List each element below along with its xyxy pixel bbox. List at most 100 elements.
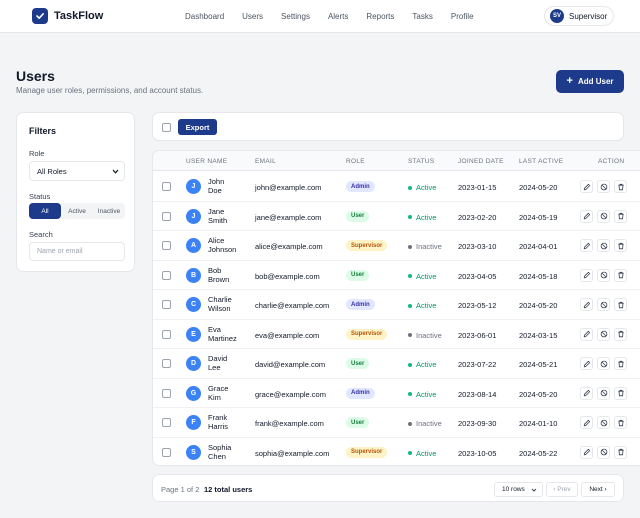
trash-icon[interactable] (614, 416, 627, 429)
trash-icon[interactable] (614, 209, 627, 223)
user-name-cell[interactable]: Grace Kim (208, 384, 248, 402)
trash-icon[interactable] (614, 180, 627, 193)
table-toolbar: Export (152, 112, 624, 141)
trash-icon[interactable] (614, 298, 627, 311)
ban-icon[interactable] (597, 209, 610, 223)
ban-icon[interactable] (597, 239, 610, 252)
pencil-icon[interactable] (580, 268, 593, 282)
table-row[interactable]: E Eva Martinez eva@example.com Supervisor Ina… (153, 320, 640, 349)
trash-icon[interactable] (614, 386, 627, 400)
row-checkbox[interactable] (162, 447, 171, 457)
row-checkbox[interactable] (162, 300, 171, 309)
pencil-icon[interactable] (580, 180, 593, 193)
table-row[interactable]: B Bob Brown bob@example.com User Active 2023-0… (153, 261, 640, 290)
user-name-cell[interactable]: Sophia Chen (208, 443, 248, 461)
status-dot (408, 244, 412, 249)
trash-icon[interactable] (614, 445, 627, 459)
nav-item-dashboard[interactable]: Dashboard (185, 12, 224, 21)
table-row[interactable]: D David Lee david@example.com User Active 2023… (153, 349, 640, 379)
row-checkbox[interactable] (162, 388, 171, 398)
row-checkbox[interactable] (162, 241, 171, 250)
column-header-email[interactable]: EMAIL (255, 158, 276, 165)
column-header-user-name[interactable]: USER NAME (186, 158, 227, 165)
column-header-role[interactable]: ROLE (346, 158, 365, 165)
ban-icon[interactable] (597, 386, 610, 400)
last-active-cell: 2024-05-20 (519, 183, 558, 192)
nav-item-users[interactable]: Users (242, 12, 263, 21)
table-row[interactable]: A Alice Johnson alice@example.com Supervisor… (153, 231, 640, 261)
ban-icon[interactable] (597, 445, 610, 459)
table-row[interactable]: C Charlie Wilson charlie@example.com Admin Ac… (153, 290, 640, 320)
row-checkbox[interactable] (162, 270, 171, 280)
search-label: Search (29, 230, 53, 239)
rows-per-page-select[interactable]: 10 rows (494, 482, 543, 497)
nav-item-settings[interactable]: Settings (281, 12, 310, 21)
ban-icon[interactable] (597, 180, 610, 193)
next-page-button[interactable]: Next › (581, 482, 615, 497)
filters-panel: Filters Role All Roles Status All Active… (16, 112, 135, 272)
user-name-cell[interactable]: John Doe (208, 177, 248, 195)
pencil-icon[interactable] (580, 357, 593, 370)
ban-icon[interactable] (597, 298, 610, 311)
nav-item-alerts[interactable]: Alerts (328, 12, 348, 21)
status-filter-inactive[interactable]: Inactive (93, 203, 125, 219)
table-row[interactable]: J Jane Smith jane@example.com User Active 2023… (153, 202, 640, 231)
search-input[interactable]: Name or email (29, 242, 125, 261)
column-header-status[interactable]: STATUS (408, 158, 434, 165)
pencil-icon[interactable] (580, 298, 593, 311)
trash-icon[interactable] (614, 268, 627, 282)
nav-item-reports[interactable]: Reports (366, 12, 394, 21)
brand[interactable]: TaskFlow (32, 8, 103, 24)
export-button[interactable]: Export (178, 119, 217, 135)
column-header-last-active[interactable]: LAST ACTIVE (519, 158, 563, 165)
ban-icon[interactable] (597, 416, 610, 429)
table-row[interactable]: F Frank Harris frank@example.com User Inactiv… (153, 408, 640, 438)
joined-date-cell: 2023-02-20 (458, 212, 497, 222)
table-row[interactable]: G Grace Kim grace@example.com Admin Active 202… (153, 379, 640, 408)
column-header-joined-date[interactable]: JOINED DATE (458, 158, 504, 165)
trash-icon[interactable] (614, 357, 627, 370)
row-checkbox[interactable] (162, 182, 171, 191)
user-name-cell[interactable]: Alice Johnson (208, 236, 248, 254)
top-nav-bar: TaskFlow Dashboard Users Settings Alerts… (0, 0, 640, 33)
user-menu-button[interactable]: SV Supervisor (544, 6, 615, 26)
status-filter-all[interactable]: All (29, 203, 61, 219)
user-name-cell[interactable]: Frank Harris (208, 413, 248, 431)
row-checkbox[interactable] (162, 211, 171, 221)
table-row[interactable]: S Sophia Chen sophia@example.com Supervisor A… (153, 438, 640, 466)
role-badge: Supervisor (346, 446, 388, 458)
table-row[interactable]: J John Doe john@example.com Admin Active 2023-… (153, 172, 640, 202)
pencil-icon[interactable] (580, 209, 593, 223)
pencil-icon[interactable] (580, 445, 593, 459)
user-first-name: John (208, 177, 225, 186)
row-checkbox[interactable] (162, 418, 171, 427)
ban-icon[interactable] (597, 268, 610, 282)
row-checkbox[interactable] (162, 359, 171, 368)
row-checkbox[interactable] (162, 329, 171, 339)
add-user-button[interactable]: + Add User (556, 70, 624, 93)
user-name-cell[interactable]: Eva Martinez (208, 325, 248, 343)
pencil-icon[interactable] (580, 416, 593, 429)
user-name-cell[interactable]: Bob Brown (208, 266, 248, 284)
pencil-icon[interactable] (580, 239, 593, 252)
select-all-checkbox[interactable] (162, 123, 171, 132)
user-first-name: David (208, 354, 228, 363)
user-name-cell[interactable]: Jane Smith (208, 207, 248, 225)
trash-icon[interactable] (614, 239, 627, 252)
prev-page-button[interactable]: ‹ Prev (546, 482, 578, 497)
ban-icon[interactable] (597, 357, 610, 370)
user-name-cell[interactable]: Charlie Wilson (208, 295, 248, 313)
trash-icon[interactable] (614, 327, 627, 341)
status-filter-active[interactable]: Active (61, 203, 93, 219)
role-badge: User (346, 417, 370, 428)
ban-icon[interactable] (597, 327, 610, 341)
pagination: Page 1 of 2 12 total users 10 rows ‹ Pre… (152, 474, 624, 502)
last-active-cell: 2024-05-22 (519, 448, 558, 458)
pencil-icon[interactable] (580, 327, 593, 341)
avatar: J (186, 208, 201, 224)
role-select[interactable]: All Roles (29, 161, 125, 181)
nav-item-tasks[interactable]: Tasks (412, 12, 432, 21)
user-name-cell[interactable]: David Lee (208, 354, 248, 372)
nav-item-profile[interactable]: Profile (451, 12, 474, 21)
pencil-icon[interactable] (580, 386, 593, 400)
